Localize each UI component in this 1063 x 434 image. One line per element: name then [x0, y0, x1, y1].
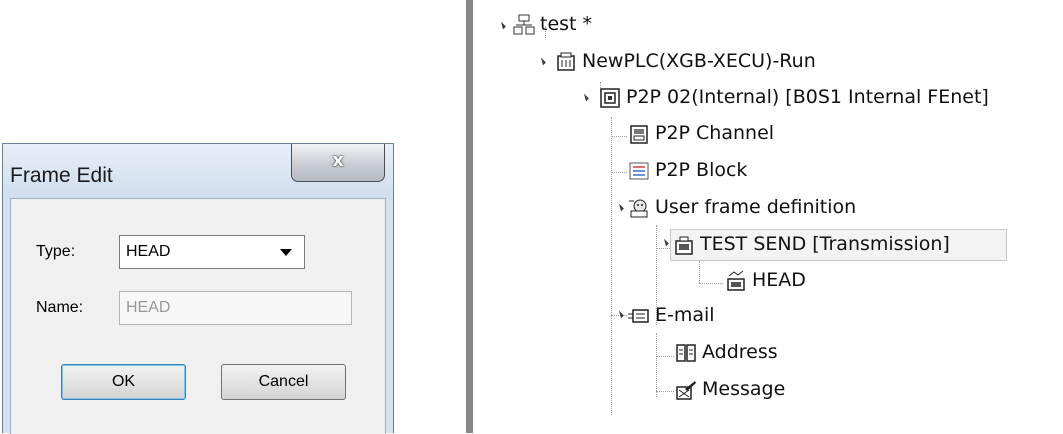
tree-node-label: E-mail	[655, 304, 715, 326]
name-label: Name:	[36, 299, 84, 316]
dialog-titlebar[interactable]: Frame Edit x	[3, 144, 393, 198]
cancel-button[interactable]: Cancel	[221, 364, 346, 400]
tree-node-label: User frame definition	[655, 196, 857, 218]
collapse-toggle[interactable]	[498, 21, 506, 30]
tree-connector	[656, 356, 674, 357]
tree-node-label: P2P 02(Internal) [B0S1 Internal FEnet]	[626, 86, 989, 108]
plc-icon	[557, 52, 575, 71]
name-input[interactable]: HEAD	[119, 291, 352, 325]
tree-node-label: P2P Block	[655, 159, 748, 181]
type-select[interactable]: HEAD	[119, 235, 305, 269]
address-book-icon	[676, 344, 696, 362]
message-icon	[676, 381, 696, 400]
tree-node-label: Address	[702, 341, 778, 363]
close-icon: x	[332, 150, 344, 171]
collapse-toggle[interactable]	[616, 310, 624, 319]
tree-node-label: HEAD	[752, 269, 806, 291]
ok-button[interactable]: OK	[61, 364, 186, 400]
tree-node-label: TEST SEND [Transmission]	[700, 233, 950, 255]
tree-node-label: NewPLC(XGB-XECU)-Run	[582, 50, 816, 72]
tree-connector	[611, 136, 627, 137]
tree-connector	[611, 172, 627, 173]
chevron-down-icon	[280, 249, 292, 256]
frame-definition-icon	[629, 199, 648, 218]
tree-node-label: test *	[540, 13, 593, 35]
close-button[interactable]: x	[291, 144, 385, 182]
frame-edit-dialog: Frame Edit x Type: HEAD Name: HEAD OK Ca…	[2, 143, 394, 434]
collapse-toggle[interactable]	[661, 238, 669, 247]
head-frame-icon	[727, 270, 745, 291]
collapse-toggle[interactable]	[538, 57, 546, 66]
dialog-title: Frame Edit	[10, 164, 113, 187]
module-icon	[600, 88, 620, 108]
type-selected-value: HEAD	[126, 243, 171, 260]
tree-connector	[699, 261, 700, 283]
tree-connector	[699, 283, 723, 284]
tree-node-label: P2P Channel	[655, 122, 775, 144]
type-label: Type:	[36, 243, 76, 260]
project-icon	[513, 14, 535, 35]
transmission-icon	[675, 236, 693, 255]
channel-icon	[630, 125, 648, 144]
tree-connector	[656, 333, 657, 397]
collapse-toggle[interactable]	[616, 203, 624, 212]
tree-node-label: Message	[702, 378, 786, 400]
dialog-body: Type: HEAD Name: HEAD OK Cancel	[10, 198, 386, 434]
tree-connector	[656, 391, 674, 392]
email-icon	[628, 309, 649, 323]
collapse-toggle[interactable]	[581, 93, 589, 102]
tree-connector	[611, 117, 612, 415]
block-icon	[629, 162, 649, 180]
project-tree-panel: test * NewPLC(XGB-XECU)-Run P2P 02(Inter…	[466, 0, 1063, 433]
